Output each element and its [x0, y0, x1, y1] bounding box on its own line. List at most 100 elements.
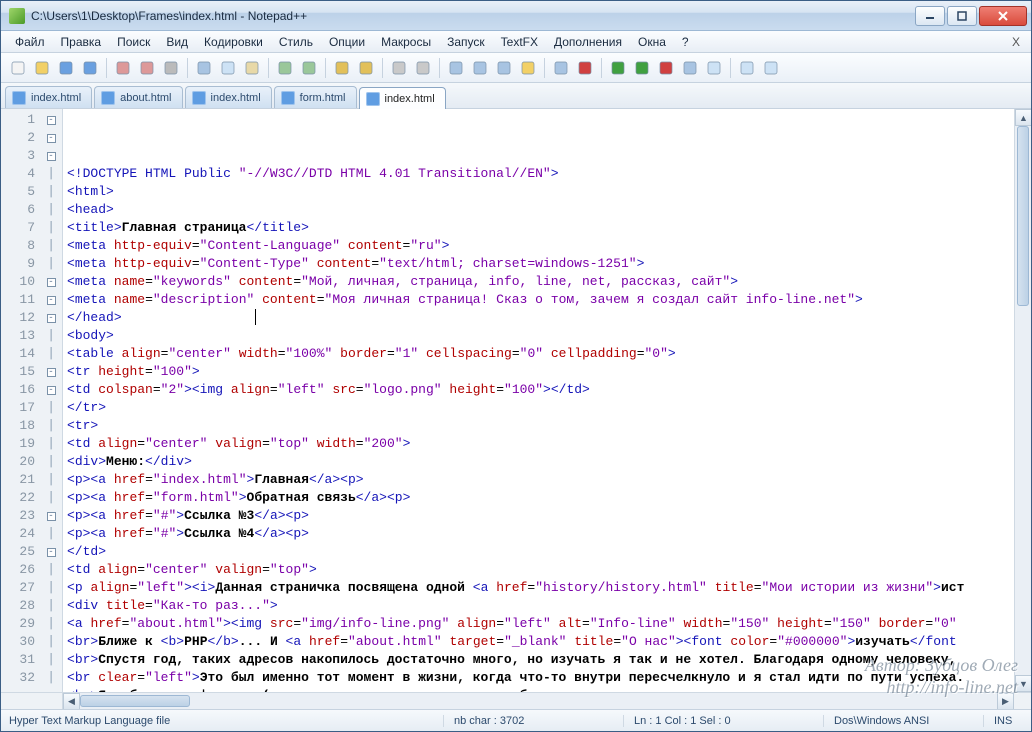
code-line[interactable]: <html>: [67, 183, 1014, 201]
code-line[interactable]: <td align="center" valign="top" width="2…: [67, 435, 1014, 453]
document-tabs[interactable]: index.htmlabout.htmlindex.htmlform.htmli…: [1, 83, 1031, 109]
indent-guide-icon[interactable]: [493, 57, 515, 79]
fold-indicator[interactable]: │: [41, 201, 61, 219]
scroll-track-h[interactable]: [80, 693, 997, 709]
fold-indicator[interactable]: │: [41, 471, 61, 489]
scroll-left-icon[interactable]: ◀: [63, 693, 80, 710]
scroll-up-icon[interactable]: ▲: [1015, 109, 1031, 126]
record-macro-icon[interactable]: [574, 57, 596, 79]
fold-indicator[interactable]: │: [41, 237, 61, 255]
menubar[interactable]: ФайлПравкаПоискВидКодировкиСтильОпцииМак…: [1, 31, 1031, 53]
fold-indicator[interactable]: │: [41, 399, 61, 417]
fold-indicator[interactable]: │: [41, 669, 61, 687]
fold-indicator[interactable]: -: [41, 111, 61, 129]
paste-icon[interactable]: [241, 57, 263, 79]
code-line[interactable]: </td>: [67, 543, 1014, 561]
toggle-icon[interactable]: [550, 57, 572, 79]
code-line[interactable]: <br clear="left">Это был именно тот моме…: [67, 669, 1014, 687]
menu-item-поиск[interactable]: Поиск: [109, 33, 158, 51]
code-line[interactable]: <meta http-equiv="Content-Language" cont…: [67, 237, 1014, 255]
copy-icon[interactable]: [217, 57, 239, 79]
menu-item-textfx[interactable]: TextFX: [493, 33, 546, 51]
menubar-close-icon[interactable]: X: [1007, 35, 1025, 49]
code-line[interactable]: <div>Меню:</div>: [67, 453, 1014, 471]
document-tab-2[interactable]: index.html: [185, 86, 272, 108]
fold-indicator[interactable]: │: [41, 165, 61, 183]
play-macro-icon[interactable]: [607, 57, 629, 79]
fold-indicator[interactable]: │: [41, 219, 61, 237]
minimize-button[interactable]: [915, 6, 945, 26]
zoom-in-icon[interactable]: [388, 57, 410, 79]
code-line[interactable]: <br>Ближе к <b>PHP</b>... И <a href="abo…: [67, 633, 1014, 651]
fold-indicator[interactable]: │: [41, 327, 61, 345]
fold-indicator[interactable]: -: [41, 507, 61, 525]
code-line[interactable]: <br>Спустя год, таких адресов накопилось…: [67, 651, 1014, 669]
open-file-icon[interactable]: [31, 57, 53, 79]
code-line[interactable]: <tr>: [67, 417, 1014, 435]
fold-indicator[interactable]: │: [41, 597, 61, 615]
redo-icon[interactable]: [298, 57, 320, 79]
print-icon[interactable]: [160, 57, 182, 79]
code-line[interactable]: <p align="left"><i>Данная страничка посв…: [67, 579, 1014, 597]
menu-item-окна[interactable]: Окна: [630, 33, 674, 51]
playlist-icon[interactable]: [679, 57, 701, 79]
close-all-icon[interactable]: [136, 57, 158, 79]
scroll-thumb-v[interactable]: [1017, 126, 1029, 306]
menu-item-вид[interactable]: Вид: [158, 33, 196, 51]
zoom-out-icon[interactable]: [412, 57, 434, 79]
document-tab-3[interactable]: form.html: [274, 86, 357, 108]
scroll-right-icon[interactable]: ▶: [997, 693, 1014, 710]
stop-icon[interactable]: [655, 57, 677, 79]
code-line[interactable]: <tr height="100">: [67, 363, 1014, 381]
fold-indicator[interactable]: -: [41, 363, 61, 381]
code-line[interactable]: <!DOCTYPE HTML Public "-//W3C//DTD HTML …: [67, 165, 1014, 183]
menu-item-запуск[interactable]: Запуск: [439, 33, 493, 51]
menu-item-дополнения[interactable]: Дополнения: [546, 33, 630, 51]
scroll-down-icon[interactable]: ▼: [1015, 675, 1031, 692]
panel-3-icon[interactable]: [760, 57, 782, 79]
menu-item-?[interactable]: ?: [674, 33, 697, 51]
code-area[interactable]: <!DOCTYPE HTML Public "-//W3C//DTD HTML …: [63, 109, 1014, 692]
menu-item-опции[interactable]: Опции: [321, 33, 373, 51]
menu-item-макросы[interactable]: Макросы: [373, 33, 439, 51]
code-line[interactable]: <br>Я работал на фрилансе(кто не знает, …: [67, 687, 1014, 692]
fold-indicator[interactable]: │: [41, 453, 61, 471]
scroll-thumb-h[interactable]: [80, 695, 190, 707]
code-line[interactable]: <title>Главная страница</title>: [67, 219, 1014, 237]
fold-indicator[interactable]: │: [41, 579, 61, 597]
code-line[interactable]: </head>: [67, 309, 1014, 327]
fold-indicator[interactable]: │: [41, 255, 61, 273]
code-line[interactable]: <a href="about.html"><img src="img/info-…: [67, 615, 1014, 633]
fold-indicator[interactable]: -: [41, 273, 61, 291]
code-line[interactable]: <meta http-equiv="Content-Type" content=…: [67, 255, 1014, 273]
fold-indicator[interactable]: │: [41, 417, 61, 435]
fold-indicator[interactable]: │: [41, 525, 61, 543]
code-line[interactable]: <td colspan="2"><img align="left" src="l…: [67, 381, 1014, 399]
scroll-track-v[interactable]: [1015, 126, 1031, 675]
code-line[interactable]: </tr>: [67, 399, 1014, 417]
document-tab-4[interactable]: index.html: [359, 87, 446, 109]
scrollbar-horizontal[interactable]: ◀ ▶: [1, 692, 1031, 709]
code-line[interactable]: <head>: [67, 201, 1014, 219]
code-line[interactable]: <meta name="keywords" content="Мой, личн…: [67, 273, 1014, 291]
cut-icon[interactable]: [193, 57, 215, 79]
fold-indicator[interactable]: -: [41, 309, 61, 327]
folder-icon[interactable]: [517, 57, 539, 79]
code-line[interactable]: <p><a href="#">Ссылка №4</a><p>: [67, 525, 1014, 543]
menu-item-стиль[interactable]: Стиль: [271, 33, 321, 51]
show-all-icon[interactable]: [469, 57, 491, 79]
fold-indicator[interactable]: -: [41, 147, 61, 165]
find-icon[interactable]: [331, 57, 353, 79]
document-tab-0[interactable]: index.html: [5, 86, 92, 108]
document-tab-1[interactable]: about.html: [94, 86, 182, 108]
save-icon[interactable]: [55, 57, 77, 79]
code-line[interactable]: <meta name="description" content="Моя ли…: [67, 291, 1014, 309]
fold-indicator[interactable]: │: [41, 651, 61, 669]
wrap-icon[interactable]: [445, 57, 467, 79]
scrollbar-vertical[interactable]: ▲ ▼: [1014, 109, 1031, 692]
fold-indicator[interactable]: -: [41, 543, 61, 561]
fold-indicator[interactable]: -: [41, 129, 61, 147]
undo-icon[interactable]: [274, 57, 296, 79]
code-line[interactable]: <p><a href="index.html">Главная</a><p>: [67, 471, 1014, 489]
fold-indicator[interactable]: │: [41, 561, 61, 579]
